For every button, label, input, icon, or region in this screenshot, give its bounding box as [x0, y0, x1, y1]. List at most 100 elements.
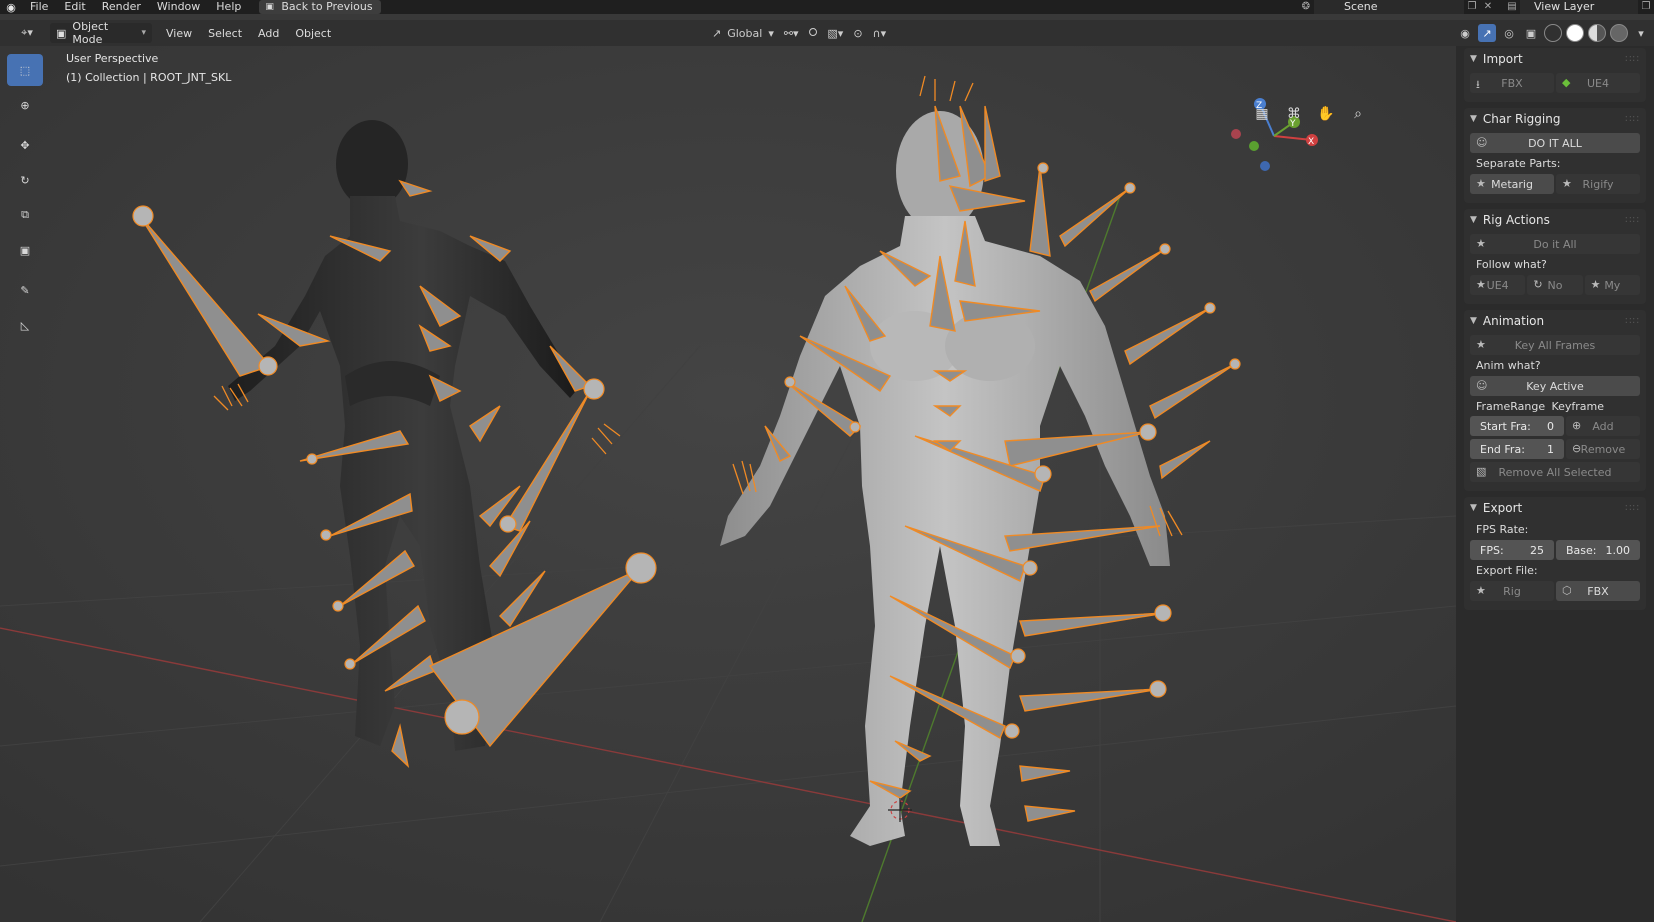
export-panel: ▼ Export ∷∷ FPS Rate: FPS: 25 Base: 1.00 E… — [1464, 497, 1646, 610]
viewport-background — [0, 46, 1456, 922]
header-menu-view[interactable]: View — [158, 27, 200, 40]
export-rig-button[interactable]: ★ Rig — [1470, 581, 1554, 601]
remove-all-selected-button[interactable]: ▧ Remove All Selected — [1470, 462, 1640, 482]
orientation-label: Global — [727, 26, 763, 40]
export-fbx-button[interactable]: ⬡ FBX — [1556, 581, 1640, 601]
follow-ue4-button[interactable]: ★ UE4 — [1470, 275, 1526, 295]
scene-browse-icon[interactable]: ❂ — [1298, 0, 1314, 14]
rigify-button[interactable]: ★ Rigify — [1556, 174, 1640, 194]
view-layer-copy-icon[interactable]: ❐ — [1638, 0, 1654, 14]
header-menu-select[interactable]: Select — [200, 27, 250, 40]
rendered-shading-icon[interactable] — [1610, 24, 1628, 42]
zoom-icon[interactable]: ⌕ — [1346, 102, 1370, 126]
camera-view-icon[interactable]: ⌘ — [1282, 102, 1306, 126]
menu-edit[interactable]: Edit — [56, 0, 93, 14]
pan-hand-icon[interactable]: ✋ — [1314, 102, 1338, 126]
import-fbx-button[interactable]: ⭳ FBX — [1470, 73, 1554, 93]
visibility-icon[interactable]: ◉ — [1456, 24, 1474, 42]
back-to-previous-label: Back to Previous — [281, 0, 373, 13]
char-rigging-title: Char Rigging — [1482, 112, 1561, 126]
gizmo-toggle-icon[interactable]: ↗ — [1478, 24, 1496, 42]
view-layer-selector[interactable]: View Layer — [1520, 0, 1638, 14]
rotate-tool-icon[interactable]: ↻ — [7, 164, 43, 196]
menu-render[interactable]: Render — [94, 0, 149, 14]
key-all-frames-button[interactable]: ★ Key All Frames — [1470, 335, 1640, 355]
ortho-toggle-icon[interactable]: ▦ — [1250, 102, 1274, 126]
editor-type-icon[interactable]: ⌖▾ — [8, 23, 46, 43]
orientation-icon: ↗ — [712, 26, 722, 40]
move-tool-icon[interactable]: ✥ — [7, 129, 43, 161]
transform-orientation-dropdown[interactable]: ↗ Global ▾ — [712, 27, 774, 40]
tool-shelf: ⬚ ⊕ ✥ ↻ ⧉ ▣ ✎ ◺ — [7, 54, 45, 344]
falloff-icon[interactable]: ∩▾ — [873, 27, 887, 40]
drag-grip-icon[interactable]: ∷∷ — [1625, 503, 1640, 514]
export-title: Export — [1482, 501, 1523, 515]
cube-icon: ⬡ — [1562, 584, 1572, 597]
select-box-tool-icon[interactable]: ⬚ — [7, 54, 43, 86]
rig-do-it-all-button[interactable]: ★ Do it All — [1470, 234, 1640, 254]
viewport-navigation: ▦ ⌘ ✋ ⌕ — [1250, 102, 1370, 126]
drag-grip-icon[interactable]: ∷∷ — [1625, 215, 1640, 226]
armature-icon: ★ — [1562, 177, 1572, 190]
viewport-scene: Z X Y — [0, 46, 1456, 922]
wireframe-shading-icon[interactable] — [1544, 24, 1562, 42]
overlay-icon[interactable]: ◎ — [1500, 24, 1518, 42]
cursor-tool-icon[interactable]: ⊕ — [7, 89, 43, 121]
frame-range-label: FrameRange — [1476, 400, 1546, 413]
import-panel-header[interactable]: ▼ Import ∷∷ — [1464, 48, 1646, 70]
menu-file[interactable]: File — [22, 0, 56, 14]
start-frame-field[interactable]: Start Fra: 0 — [1470, 416, 1564, 436]
drag-grip-icon[interactable]: ∷∷ — [1625, 114, 1640, 125]
top-menu-bar: ◉ File Edit Render Window Help ▣ Back to… — [0, 0, 1654, 14]
import-title: Import — [1482, 52, 1523, 66]
key-active-button[interactable]: ☺ Key Active — [1470, 376, 1640, 396]
view-layer-icon[interactable]: ▤ — [1504, 0, 1520, 14]
solid-shading-icon[interactable] — [1566, 24, 1584, 42]
import-ue4-button[interactable]: ◆ UE4 — [1556, 73, 1640, 93]
fps-field[interactable]: FPS: 25 — [1470, 540, 1554, 560]
shading-options-icon[interactable]: ▾ — [1632, 24, 1650, 42]
scene-copy-icon[interactable]: ❐ — [1464, 0, 1480, 14]
object-mode-icon: ▣ — [56, 26, 67, 40]
scene-close-icon[interactable]: ✕ — [1480, 0, 1496, 14]
3d-viewport[interactable]: Z X Y User Perspective (1) Collection | … — [0, 46, 1456, 922]
blender-logo-icon[interactable]: ◉ — [0, 0, 22, 14]
base-field[interactable]: Base: 1.00 — [1556, 540, 1640, 560]
drag-grip-icon[interactable]: ∷∷ — [1625, 54, 1640, 65]
follow-what-label: Follow what? — [1476, 258, 1547, 271]
material-shading-icon[interactable] — [1588, 24, 1606, 42]
remove-keyframe-button[interactable]: ⊖ Remove — [1566, 439, 1640, 459]
menu-help[interactable]: Help — [208, 0, 249, 14]
mode-label: Object Mode — [72, 20, 109, 46]
char-rigging-header[interactable]: ▼ Char Rigging ∷∷ — [1464, 108, 1646, 130]
header-menu-object[interactable]: Object — [287, 27, 339, 40]
transform-tool-icon[interactable]: ▣ — [7, 234, 43, 266]
collapse-triangle-icon: ▼ — [1470, 114, 1477, 124]
rig-actions-header[interactable]: ▼ Rig Actions ∷∷ — [1464, 209, 1646, 231]
proportional-edit-icon[interactable]: ⊙ — [853, 27, 862, 40]
end-frame-field[interactable]: End Fra: 1 — [1470, 439, 1564, 459]
menu-window[interactable]: Window — [149, 0, 208, 14]
add-keyframe-button[interactable]: ⊕ Add — [1566, 416, 1640, 436]
follow-my-button[interactable]: ★ My — [1584, 275, 1640, 295]
xray-icon[interactable]: ▣ — [1522, 24, 1540, 42]
annotate-tool-icon[interactable]: ✎ — [7, 274, 43, 306]
mode-dropdown[interactable]: ▣ Object Mode ▾ — [50, 20, 152, 46]
collection-label: (1) Collection | ROOT_JNT_SKL — [66, 71, 232, 84]
pivot-icon[interactable]: ⚯▾ — [784, 27, 799, 40]
snap-icon[interactable]: ⭘ — [809, 26, 818, 40]
metarig-button[interactable]: ★ Metarig — [1470, 174, 1554, 194]
do-it-all-button[interactable]: ☺ DO IT ALL — [1470, 133, 1640, 153]
back-to-previous-button[interactable]: ▣ Back to Previous — [259, 0, 381, 14]
collapse-triangle-icon: ▼ — [1470, 215, 1477, 225]
scale-tool-icon[interactable]: ⧉ — [7, 199, 43, 231]
header-menu-add[interactable]: Add — [250, 27, 287, 40]
animation-title: Animation — [1482, 314, 1545, 328]
follow-no-button[interactable]: ↻ No — [1527, 275, 1583, 295]
snap-target-icon[interactable]: ▧▾ — [827, 27, 843, 40]
measure-tool-icon[interactable]: ◺ — [7, 309, 43, 341]
scene-selector[interactable]: Scene — [1314, 0, 1464, 14]
drag-grip-icon[interactable]: ∷∷ — [1625, 316, 1640, 327]
export-header[interactable]: ▼ Export ∷∷ — [1464, 497, 1646, 519]
animation-header[interactable]: ▼ Animation ∷∷ — [1464, 310, 1646, 332]
